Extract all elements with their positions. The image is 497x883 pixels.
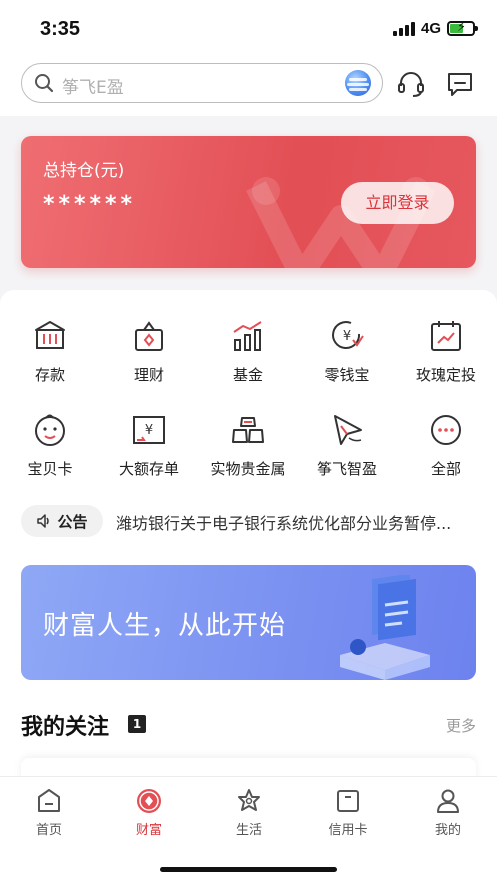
shortcut-label: 筝飞智盈 xyxy=(316,460,377,478)
svg-text:¥: ¥ xyxy=(145,423,153,438)
shortcut-baby-card[interactable]: 宝贝卡 xyxy=(2,412,98,479)
home-icon xyxy=(38,789,60,812)
banner-text: 财富人生，从此开始 xyxy=(43,611,287,641)
search-placeholder: 筝飞E盈 xyxy=(62,78,124,98)
shortcut-change[interactable]: ¥ 零钱宝 xyxy=(299,318,395,385)
more-link[interactable]: 更多 xyxy=(446,715,476,736)
shortcut-label: 零钱宝 xyxy=(324,366,370,384)
notice-tag[interactable]: 公告 xyxy=(21,505,103,537)
battery-icon: ⚡ xyxy=(447,20,478,36)
wealth-bag-icon xyxy=(135,321,163,351)
message-icon[interactable] xyxy=(445,69,475,99)
section-title: 我的关注 xyxy=(21,715,110,740)
signal-icon xyxy=(392,21,415,36)
asset-value: ****** xyxy=(43,192,137,217)
voice-assistant-icon[interactable] xyxy=(345,70,371,96)
notice-text[interactable]: 潍坊银行关于电子银行系统优化部分业务暂停... xyxy=(116,510,476,534)
shortcut-label: 存款 xyxy=(34,366,65,384)
kite-icon xyxy=(334,415,362,445)
svg-text:¥: ¥ xyxy=(343,329,351,344)
shortcut-precious-metal[interactable]: 实物贵金属 xyxy=(200,412,296,479)
gold-bars-icon xyxy=(232,417,264,443)
promo-banner[interactable]: 财富人生，从此开始 xyxy=(21,565,476,680)
profile-icon xyxy=(437,789,459,813)
shortcut-fund[interactable]: 基金 xyxy=(200,318,296,385)
tab-profile[interactable]: 我的 xyxy=(408,787,488,838)
tab-label: 财富 xyxy=(135,823,162,838)
speaker-icon xyxy=(37,514,50,528)
bank-icon xyxy=(35,321,65,349)
status-time: 3:35 xyxy=(40,18,81,40)
asset-card[interactable]: 总持仓(元) ****** 立即登录 xyxy=(21,136,476,268)
baby-face-icon xyxy=(35,414,65,446)
credit-card-icon xyxy=(337,790,359,812)
count-badge: 1 xyxy=(128,715,146,733)
life-icon xyxy=(238,789,260,811)
shortcut-large-deposit[interactable]: ¥ 大额存单 xyxy=(101,412,197,479)
shortcut-rose-invest[interactable]: 玫瑰定投 xyxy=(398,318,494,385)
tab-label: 信用卡 xyxy=(328,823,368,838)
tab-life[interactable]: 生活 xyxy=(209,787,289,838)
yuan-coin-icon: ¥ xyxy=(332,321,364,349)
tab-home[interactable]: 首页 xyxy=(9,787,89,838)
shortcut-label: 基金 xyxy=(232,366,263,384)
large-deposit-icon: ¥ xyxy=(133,416,165,444)
network-type: 4G xyxy=(420,20,441,37)
shortcut-label: 宝贝卡 xyxy=(27,460,73,478)
asset-label: 总持仓(元) xyxy=(43,161,125,181)
wealth-icon xyxy=(137,789,161,813)
shortcut-label: 全部 xyxy=(430,460,461,478)
shortcut-label: 玫瑰定投 xyxy=(415,366,476,384)
tab-credit-card[interactable]: 信用卡 xyxy=(308,787,388,838)
tab-label: 我的 xyxy=(434,823,461,838)
shortcut-wealth[interactable]: 理财 xyxy=(101,318,197,385)
notice-label: 公告 xyxy=(57,512,88,531)
tab-label: 生活 xyxy=(235,823,262,838)
home-indicator xyxy=(160,867,337,872)
status-bar: 3:35 4G ⚡ xyxy=(0,0,497,58)
customer-service-icon[interactable] xyxy=(396,69,426,99)
shortcut-label: 大额存单 xyxy=(118,460,179,478)
search-icon xyxy=(35,74,54,93)
shortcut-all[interactable]: 全部 xyxy=(398,412,494,479)
header: 筝飞E盈 xyxy=(0,58,497,116)
more-icon xyxy=(431,415,461,445)
shortcut-label: 实物贵金属 xyxy=(210,460,286,478)
tab-wealth[interactable]: 财富 xyxy=(109,787,189,838)
status-indicators: 4G ⚡ xyxy=(392,20,478,37)
shortcut-label: 理财 xyxy=(133,366,164,384)
search-bar[interactable]: 筝飞E盈 xyxy=(21,63,383,103)
fund-chart-icon xyxy=(233,321,262,351)
document-illustration-icon xyxy=(340,575,430,680)
login-button[interactable]: 立即登录 xyxy=(341,182,454,224)
shortcut-deposit[interactable]: 存款 xyxy=(2,318,98,385)
shortcut-zhengfei-zhiying[interactable]: 筝飞智盈 xyxy=(299,412,395,479)
tab-label: 首页 xyxy=(35,823,62,838)
calendar-trend-icon xyxy=(431,321,461,351)
